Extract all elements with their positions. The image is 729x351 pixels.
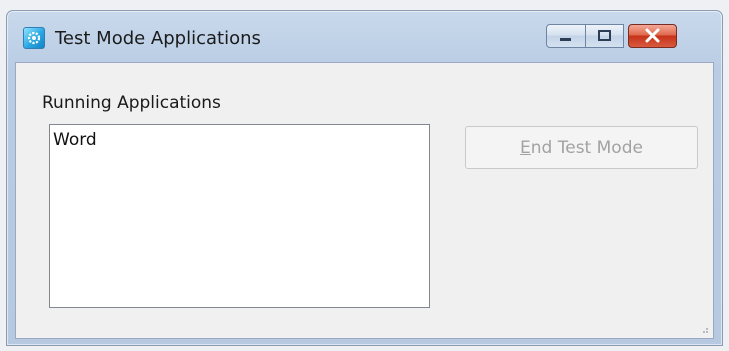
minimize-button[interactable]: [546, 24, 586, 48]
app-settings-icon: [23, 27, 45, 49]
accesskey-letter: E: [520, 137, 531, 158]
app-window: Test Mode Applications Running Applicati…: [6, 10, 723, 346]
running-applications-list[interactable]: Word: [49, 124, 430, 308]
end-test-mode-label: End Test Mode: [520, 138, 643, 158]
list-item[interactable]: Word: [53, 130, 97, 150]
maximize-button[interactable]: [585, 24, 624, 48]
dialog-content: Running Applications Word End Test Mode: [15, 62, 714, 339]
minimize-icon: [560, 38, 571, 41]
maximize-icon: [598, 30, 611, 41]
running-applications-label: Running Applications: [42, 93, 221, 113]
title-bar[interactable]: Test Mode Applications: [7, 11, 722, 63]
end-test-mode-label-rest: nd Test Mode: [530, 137, 643, 158]
end-test-mode-button[interactable]: End Test Mode: [465, 126, 698, 169]
window-title: Test Mode Applications: [55, 28, 261, 49]
close-button[interactable]: [628, 24, 677, 48]
close-icon: [645, 28, 660, 43]
resize-grip-icon[interactable]: [699, 324, 709, 334]
